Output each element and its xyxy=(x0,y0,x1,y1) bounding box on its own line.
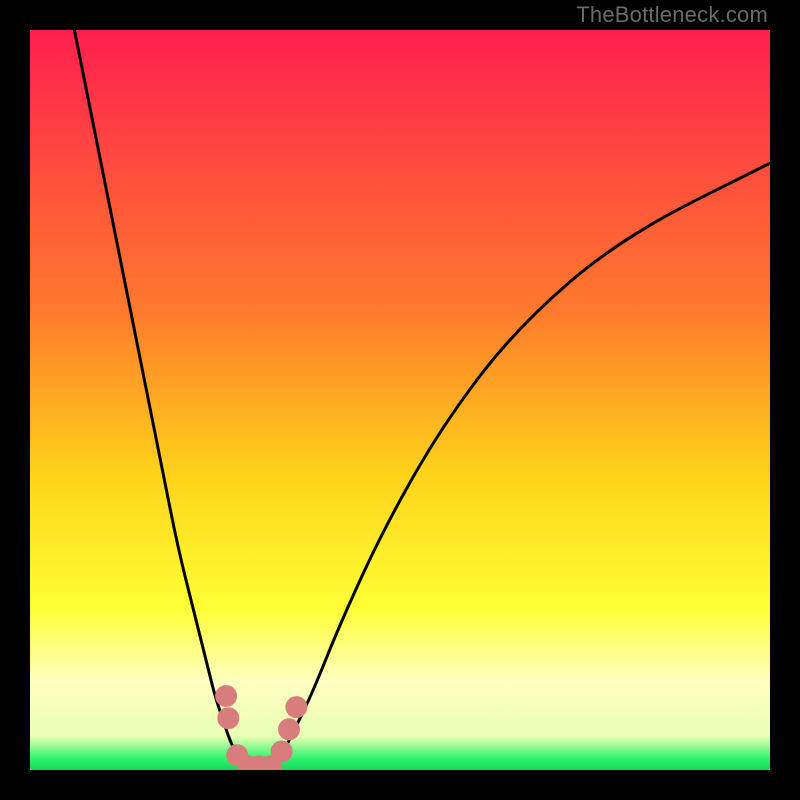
watermark-text: TheBottleneck.com xyxy=(576,2,768,28)
trough-marker xyxy=(271,741,293,763)
trough-marker xyxy=(217,707,239,729)
trough-marker xyxy=(215,685,237,707)
plot-area xyxy=(30,30,770,770)
curve-right-branch xyxy=(274,163,770,770)
curve-left-branch xyxy=(74,30,244,770)
trough-markers xyxy=(215,685,307,770)
trough-marker xyxy=(285,696,307,718)
chart-frame: TheBottleneck.com xyxy=(0,0,800,800)
trough-marker xyxy=(278,718,300,740)
curve-layer xyxy=(30,30,770,770)
